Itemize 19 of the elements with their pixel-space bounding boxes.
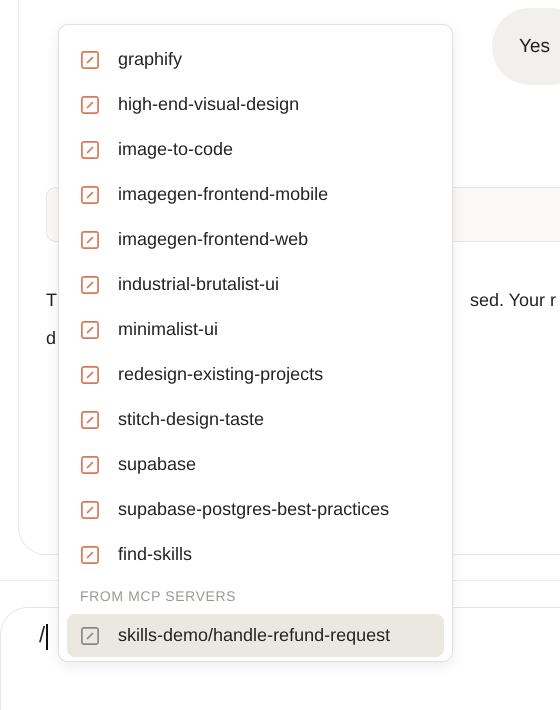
menu-item[interactable]: redesign-existing-projects (67, 352, 444, 397)
text-cursor (46, 624, 48, 650)
reply-text: d (46, 327, 56, 350)
menu-item[interactable]: imagegen-frontend-mobile (67, 172, 444, 217)
menu-item[interactable]: skills-demo/handle-refund-request (67, 614, 444, 657)
menu-item[interactable]: supabase (67, 442, 444, 487)
menu-item[interactable]: graphify (67, 37, 444, 82)
menu-item[interactable]: image-to-code (67, 127, 444, 172)
user-message-bubble: Yes (492, 8, 560, 85)
menu-item[interactable]: stitch-design-taste (67, 397, 444, 442)
menu-item[interactable]: minimalist-ui (67, 307, 444, 352)
menu-item[interactable]: find-skills (67, 532, 444, 577)
menu-item[interactable]: supabase-postgres-best-practices (67, 487, 444, 532)
reply-text: T (46, 289, 57, 312)
menu-item[interactable]: imagegen-frontend-web (67, 217, 444, 262)
reply-text: sed. Your r (470, 289, 556, 312)
menu-item[interactable]: industrial-brutalist-ui (67, 262, 444, 307)
section-heading: FROM MCP SERVERS (79, 587, 238, 606)
menu-item[interactable]: high-end-visual-design (67, 82, 444, 127)
